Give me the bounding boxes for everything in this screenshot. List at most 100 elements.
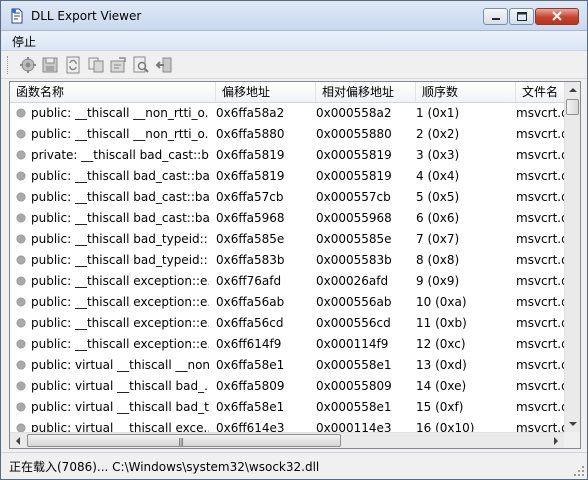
cell-relative-address: 0x000557cb <box>316 190 391 204</box>
cell-function-name: public: __thiscall __non_rtti_o... <box>31 106 209 120</box>
cell-filename: msvcrt.d <box>516 358 564 372</box>
cell-address: 0x6ff614e3 <box>216 421 285 433</box>
minimize-button[interactable] <box>483 8 508 25</box>
table-row[interactable]: public: virtual __thiscall exce... 0x6ff6… <box>10 418 564 433</box>
table-row[interactable]: public: __thiscall exception::e... 0x6ffa… <box>10 292 564 313</box>
app-window: DLL Export Viewer 停止 函数名称 偏移地址 相对偏移地址 顺序… <box>0 0 588 480</box>
cell-address: 0x6ffa5819 <box>216 148 285 162</box>
cell-filename: msvcrt.d <box>516 337 564 351</box>
table-row[interactable]: public: __thiscall __non_rtti_o... 0x6ffa… <box>10 103 564 124</box>
cell-address: 0x6ffa5819 <box>216 169 285 183</box>
scrollbar-corner <box>564 432 580 448</box>
table-row[interactable]: public: __thiscall bad_cast::ba... 0x6ffa… <box>10 208 564 229</box>
resize-grip-icon[interactable] <box>573 465 585 477</box>
save-icon[interactable] <box>41 56 59 74</box>
properties-icon[interactable] <box>109 56 127 74</box>
cell-ordinal: 16 (0x10) <box>416 421 475 433</box>
row-status-dot-icon <box>16 213 26 223</box>
cell-relative-address: 0x00055968 <box>316 211 392 225</box>
cell-function-name: public: __thiscall __non_rtti_o... <box>31 127 209 141</box>
list-header: 函数名称 偏移地址 相对偏移地址 顺序数 文件名 <box>10 82 564 103</box>
exit-icon[interactable] <box>155 56 173 74</box>
row-status-dot-icon <box>16 339 26 349</box>
table-row[interactable]: public: __thiscall bad_typeid::... 0x6ffa… <box>10 229 564 250</box>
close-icon <box>552 11 562 21</box>
cell-function-name: public: __thiscall exception::e... <box>31 337 209 351</box>
copy-icon[interactable] <box>87 56 105 74</box>
table-row[interactable]: public: __thiscall exception::e... 0x6ff6… <box>10 334 564 355</box>
cell-ordinal: 3 (0x3) <box>416 148 460 162</box>
cell-ordinal: 15 (0xf) <box>416 400 464 414</box>
table-row[interactable]: public: __thiscall bad_typeid::... 0x6ffa… <box>10 250 564 271</box>
cell-filename: msvcrt.d <box>516 148 564 162</box>
table-row[interactable]: public: __thiscall bad_cast::ba... 0x6ffa… <box>10 187 564 208</box>
status-bar: 正在载入(7086)... C:\Windows\system32\wsock3… <box>1 452 587 479</box>
column-header-filename[interactable]: 文件名 <box>516 82 564 102</box>
row-status-dot-icon <box>16 171 26 181</box>
cell-filename: msvcrt.d <box>516 274 564 288</box>
minimize-icon <box>492 18 500 20</box>
scroll-thumb-grip-icon: ||| <box>178 437 184 446</box>
scroll-right-arrow-icon[interactable] <box>548 433 564 449</box>
row-status-dot-icon <box>16 381 26 391</box>
vertical-scrollbar[interactable] <box>564 82 580 432</box>
row-status-dot-icon <box>16 234 26 244</box>
toolbar-grip[interactable] <box>7 56 11 74</box>
export-list-view[interactable]: 函数名称 偏移地址 相对偏移地址 顺序数 文件名 public: __thisc… <box>9 81 581 449</box>
stop-icon[interactable] <box>19 56 37 74</box>
cell-ordinal: 9 (0x9) <box>416 274 460 288</box>
row-status-dot-icon <box>16 402 26 412</box>
refresh-icon[interactable] <box>64 56 82 74</box>
cell-filename: msvcrt.d <box>516 190 564 204</box>
cell-ordinal: 5 (0x5) <box>416 190 460 204</box>
row-status-dot-icon <box>16 360 26 370</box>
vertical-scroll-thumb[interactable] <box>566 99 579 115</box>
column-header-ordinal[interactable]: 顺序数 <box>416 82 516 102</box>
table-row[interactable]: public: virtual __thiscall bad_t... 0x6ff… <box>10 397 564 418</box>
cell-relative-address: 0x000558e1 <box>316 400 392 414</box>
cell-address: 0x6ff614f9 <box>216 337 282 351</box>
table-row[interactable]: public: __thiscall bad_cast::ba... 0x6ffa… <box>10 166 564 187</box>
cell-relative-address: 0x000558e1 <box>316 358 392 372</box>
cell-address: 0x6ffa5880 <box>216 127 285 141</box>
table-row[interactable]: public: virtual __thiscall __non... 0x6ff… <box>10 355 564 376</box>
close-button[interactable] <box>535 8 579 25</box>
cell-relative-address: 0x00055880 <box>316 127 392 141</box>
table-row[interactable]: private: __thiscall bad_cast::b... 0x6ffa… <box>10 145 564 166</box>
menu-item-stop[interactable]: 停止 <box>9 33 39 50</box>
table-row[interactable]: public: __thiscall __non_rtti_o... 0x6ffa… <box>10 124 564 145</box>
cell-function-name: public: virtual __thiscall bad_... <box>31 379 209 393</box>
cell-ordinal: 2 (0x2) <box>416 127 460 141</box>
scroll-up-arrow-icon[interactable] <box>565 82 581 98</box>
cell-filename: msvcrt.d <box>516 316 564 330</box>
cell-ordinal: 10 (0xa) <box>416 295 467 309</box>
scroll-down-arrow-icon[interactable] <box>565 416 581 432</box>
table-row[interactable]: public: __thiscall exception::e... 0x6ff7… <box>10 271 564 292</box>
cell-address: 0x6ffa56ab <box>216 295 285 309</box>
list-rows: public: __thiscall __non_rtti_o... 0x6ffa… <box>10 103 564 433</box>
find-icon[interactable] <box>132 56 150 74</box>
column-header-relative-address[interactable]: 相对偏移地址 <box>316 82 416 102</box>
menu-bar: 停止 <box>1 31 587 51</box>
maximize-button[interactable] <box>509 8 534 25</box>
row-status-dot-icon <box>16 150 26 160</box>
cell-filename: msvcrt.d <box>516 169 564 183</box>
title-bar[interactable]: DLL Export Viewer <box>1 1 587 31</box>
horizontal-scrollbar[interactable]: ||| <box>10 432 564 448</box>
horizontal-scroll-thumb[interactable]: ||| <box>27 434 341 447</box>
cell-filename: msvcrt.d <box>516 127 564 141</box>
row-status-dot-icon <box>16 255 26 265</box>
cell-relative-address: 0x000556cd <box>316 316 391 330</box>
table-row[interactable]: public: virtual __thiscall bad_... 0x6ffa… <box>10 376 564 397</box>
column-header-address[interactable]: 偏移地址 <box>216 82 316 102</box>
table-row[interactable]: public: __thiscall exception::e... 0x6ffa… <box>10 313 564 334</box>
column-header-function-name[interactable]: 函数名称 <box>10 82 216 102</box>
cell-address: 0x6ffa5809 <box>216 379 285 393</box>
cell-relative-address: 0x0005583b <box>316 253 392 267</box>
cell-address: 0x6ffa583b <box>216 253 285 267</box>
cell-relative-address: 0x0005585e <box>316 232 392 246</box>
scroll-left-arrow-icon[interactable] <box>10 433 26 449</box>
status-text: 正在载入(7086)... C:\Windows\system32\wsock3… <box>9 460 320 474</box>
row-status-dot-icon <box>16 297 26 307</box>
row-status-dot-icon <box>16 129 26 139</box>
